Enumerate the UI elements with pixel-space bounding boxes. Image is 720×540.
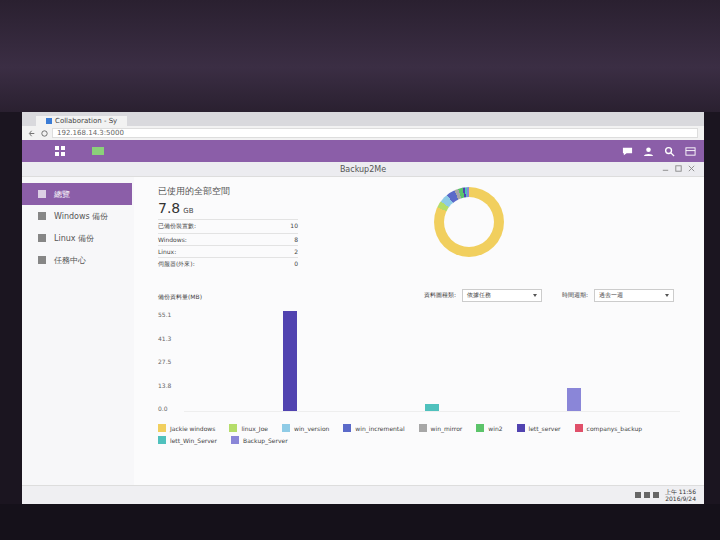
- legend-item[interactable]: companys_backup: [575, 424, 642, 432]
- main-menu-grid-icon[interactable]: [54, 145, 66, 157]
- taskbar: 上午 11:562016/9/24: [22, 485, 704, 504]
- summary-row: 伺服器(外來):0: [158, 257, 298, 271]
- chart-filter: 時間週期:過去一週: [562, 289, 674, 302]
- browser-tab-bar: Collaboration - Sy: [22, 112, 704, 126]
- dropdown-caret-icon: [665, 294, 669, 297]
- legend-item[interactable]: lett_Win_Server: [158, 436, 217, 444]
- sidebar-item[interactable]: Linux 備份: [22, 227, 134, 249]
- window-title: Backup2Me: [340, 165, 386, 174]
- tray-icon[interactable]: [653, 492, 659, 498]
- minimize-icon[interactable]: [661, 164, 670, 173]
- maximize-icon[interactable]: [674, 164, 683, 173]
- sidebar-item-icon: [38, 234, 46, 242]
- filter-dropdown[interactable]: 依據任務: [462, 289, 542, 302]
- usage-donut-chart: [434, 187, 504, 257]
- summary-row: 已備份裝置數:10: [158, 219, 298, 233]
- usage-summary: 已使用的全部空間 7.8GB 已備份裝置數:10Windows:8Linux:2伺服…: [158, 185, 298, 289]
- legend-item[interactable]: win2: [476, 424, 502, 432]
- chart-title: 備份資料量(MB): [158, 293, 202, 302]
- audience-area: [0, 504, 720, 540]
- summary-row: Windows:8: [158, 233, 298, 245]
- tray-icon[interactable]: [635, 492, 641, 498]
- filter-dropdown[interactable]: 過去一週: [594, 289, 674, 302]
- address-field[interactable]: 192.168.14.3:5000: [52, 128, 698, 138]
- clock: 上午 11:562016/9/24: [665, 488, 696, 502]
- legend-item[interactable]: Jackie windows: [158, 424, 215, 432]
- used-space: 7.8GB: [158, 200, 298, 216]
- sidebar-item-icon: [38, 212, 46, 220]
- summary-row: Linux:2: [158, 245, 298, 257]
- app-header: [22, 140, 704, 162]
- search-icon[interactable]: [664, 146, 675, 157]
- summary-title: 已使用的全部空間: [158, 185, 298, 198]
- dropdown-caret-icon: [533, 294, 537, 297]
- close-icon[interactable]: [687, 164, 696, 173]
- legend-item[interactable]: lett_server: [517, 424, 561, 432]
- chart-bar[interactable]: [425, 404, 439, 411]
- app-shortcut-icon[interactable]: [92, 147, 104, 155]
- stage-backdrop: [0, 0, 720, 112]
- legend-item[interactable]: win_mirror: [419, 424, 463, 432]
- sidebar-item[interactable]: 總覽: [22, 183, 132, 205]
- widget-icon[interactable]: [685, 146, 696, 157]
- tray-icon[interactable]: [644, 492, 650, 498]
- legend-item[interactable]: Backup_Server: [231, 436, 288, 444]
- overview-panel: 已使用的全部空間 7.8GB 已備份裝置數:10Windows:8Linux:2伺服…: [134, 177, 704, 485]
- reload-icon[interactable]: [40, 129, 49, 138]
- chart-bar[interactable]: [283, 311, 297, 411]
- sidebar-item-icon: [38, 256, 46, 264]
- chart-filter: 資料圖種類:依據任務: [424, 289, 542, 302]
- bar-chart: 55.141.327.513.80.0: [158, 312, 680, 412]
- legend-item[interactable]: win_incremental: [343, 424, 404, 432]
- sidebar-item[interactable]: 任務中心: [22, 249, 134, 271]
- legend-item[interactable]: win_version: [282, 424, 329, 432]
- stage: Collaboration - Sy 192.168.14.3:5000 Backu…: [0, 0, 720, 540]
- window-title-bar: Backup2Me: [22, 162, 704, 177]
- address-bar: 192.168.14.3:5000: [22, 126, 704, 140]
- chat-icon[interactable]: [622, 146, 633, 157]
- browser-tab[interactable]: Collaboration - Sy: [36, 116, 127, 126]
- user-icon[interactable]: [643, 146, 654, 157]
- projection-screen: Collaboration - Sy 192.168.14.3:5000 Backu…: [22, 112, 704, 504]
- sidebar-item[interactable]: Windows 備份: [22, 205, 134, 227]
- legend-item[interactable]: linux_Joe: [229, 424, 268, 432]
- favicon-icon: [46, 118, 52, 124]
- chart-bar[interactable]: [567, 388, 581, 411]
- y-axis: 55.141.327.513.80.0: [158, 312, 184, 412]
- sidebar-item-icon: [38, 190, 46, 198]
- sidebar: 總覽Windows 備份Linux 備份任務中心: [22, 177, 134, 485]
- chart-legend: Jackie windows linux_Joe win_version win_in…: [158, 424, 680, 444]
- back-arrow-icon[interactable]: [28, 129, 37, 138]
